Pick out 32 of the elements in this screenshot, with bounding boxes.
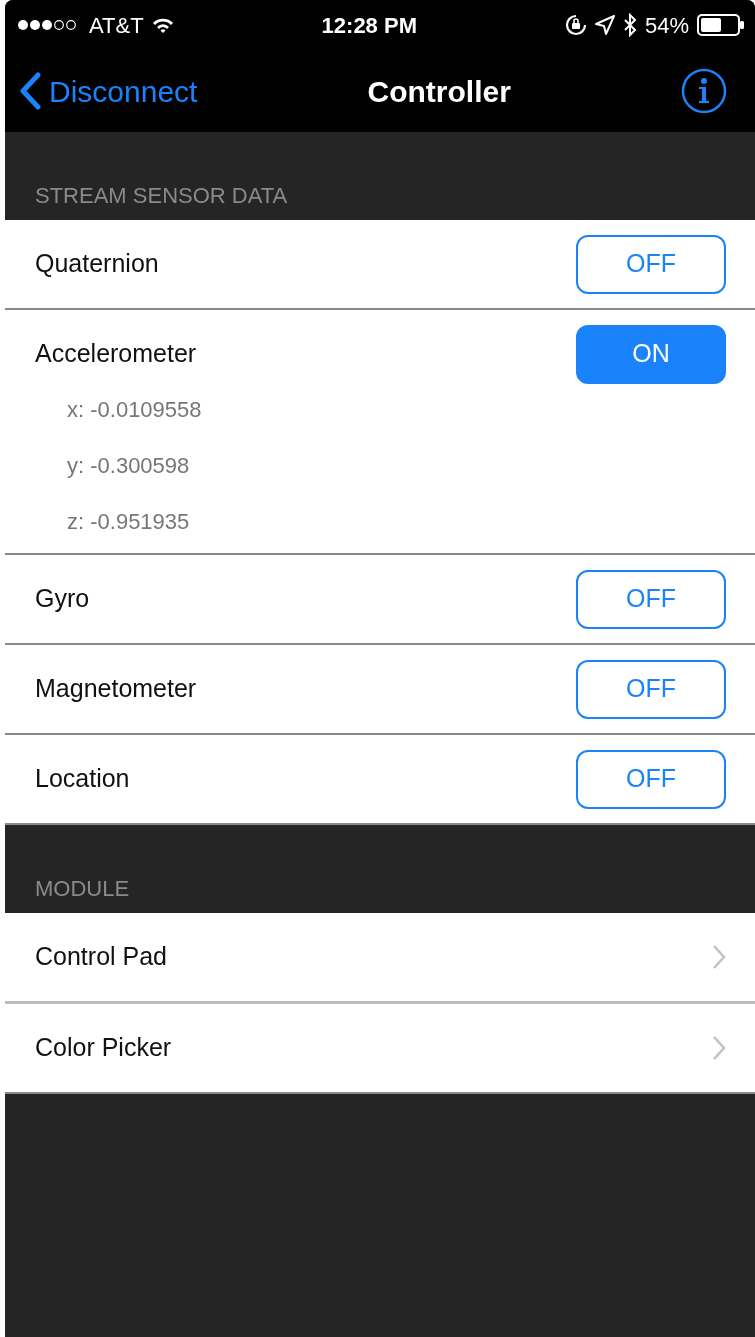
toggle-button[interactable]: OFF	[576, 569, 726, 629]
bluetooth-icon	[622, 13, 637, 37]
section-header: STREAM SENSOR DATA	[35, 182, 288, 210]
list-item[interactable]: Color Picker	[5, 1004, 755, 1092]
battery-percent: 54%	[644, 11, 689, 40]
row-label: Magnetometer	[35, 673, 197, 705]
sensor-reading: y: -0.300598	[67, 453, 190, 478]
section-header: MODULE	[35, 875, 130, 903]
info-icon[interactable]	[681, 68, 727, 114]
toggle-button[interactable]: OFF	[576, 659, 726, 719]
row-label: Control Pad	[35, 941, 168, 973]
sensor-reading: x: -0.0109558	[67, 397, 202, 422]
wifi-icon	[151, 16, 174, 34]
chevron-right-icon	[712, 944, 726, 970]
nav-title: Controller	[367, 73, 511, 110]
toggle-button[interactable]: OFF	[576, 749, 726, 809]
row-label: Location	[35, 763, 130, 795]
rotation-lock-icon	[564, 14, 587, 36]
toggle-button[interactable]: ON	[576, 324, 726, 384]
row-label: Gyro	[35, 583, 90, 615]
toggle-button[interactable]: OFF	[576, 234, 726, 294]
status-time: 12:28 PM	[321, 11, 417, 40]
carrier-name: AT&T	[89, 11, 144, 40]
sensor-reading: z: -0.951935	[67, 509, 190, 534]
back-button[interactable]: Disconnect	[19, 68, 198, 114]
chevron-left-icon	[19, 72, 41, 110]
battery-icon	[697, 14, 745, 36]
chevron-right-icon	[712, 1035, 726, 1061]
row-label: Color Picker	[35, 1032, 172, 1064]
location-arrow-icon	[594, 15, 615, 35]
row-label: Quaternion	[35, 248, 159, 280]
row-label: Accelerometer	[35, 338, 197, 370]
